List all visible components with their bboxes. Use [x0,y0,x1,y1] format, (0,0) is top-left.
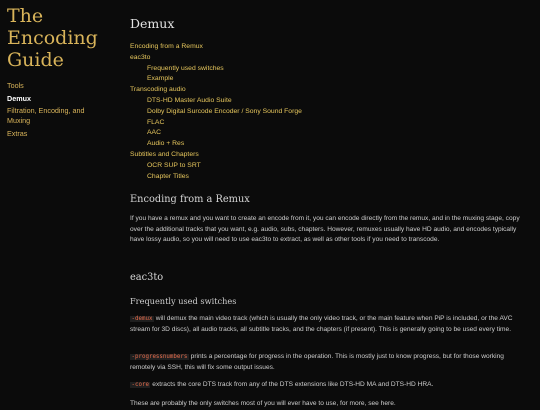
main-content: Demux Encoding from a Remux eac3to Frequ… [130,0,532,407]
switch-core-paragraph: -core extracts the core DTS track from a… [130,380,528,391]
toc-link[interactable]: eac3to [130,53,520,64]
code-core: -core [130,382,151,388]
site-title-line-2[interactable]: Encoding [7,27,117,49]
site-title-line-1[interactable]: The [7,5,117,27]
section-heading-eac3to: eac3to [130,272,164,283]
code-demux: -demux [130,316,154,322]
site-title[interactable]: The Encoding Guide [7,5,117,71]
section-heading-remux: Encoding from a Remux [130,194,250,205]
toc-link[interactable]: Chapter Titles [130,172,520,183]
nav-item-filtration[interactable]: Filtration, Encoding, and [7,106,115,116]
nav-item-demux[interactable]: Demux [7,94,115,104]
toc-link[interactable]: Transcoding audio [130,85,520,96]
sidebar: The Encoding Guide Tools Demux Filtratio… [0,0,118,405]
switch-demux-text: will demux the main video track (which i… [130,315,513,333]
nav-item-extras[interactable]: Extras [7,129,115,139]
page-title: Demux [130,16,175,31]
switch-demux-paragraph: -demux will demux the main video track (… [130,314,528,335]
section-text-remux: If you have a remux and you want to crea… [130,215,520,244]
switch-progress-paragraph: -progressnumbers prints a percentage for… [130,352,528,373]
toc-link[interactable]: Frequently used switches [130,64,520,75]
table-of-contents: Encoding from a Remux eac3to Frequently … [130,42,520,182]
toc-link[interactable]: AAC [130,128,520,139]
toc-link[interactable]: Dolby Digital Surcode Encoder / Sony Sou… [130,107,520,118]
toc-link[interactable]: DTS-HD Master Audio Suite [130,96,520,107]
toc-link[interactable]: Subtitles and Chapters [130,150,520,161]
switches-closing-text: These are probably the only switches mos… [130,400,396,407]
switch-core-text: extracts the core DTS track from any of … [150,381,434,388]
toc-link[interactable]: FLAC [130,118,520,129]
nav-item-tools[interactable]: Tools [7,81,115,91]
code-progressnumbers: -progressnumbers [130,354,189,360]
toc-link[interactable]: OCR SUP to SRT [130,161,520,172]
toc-link[interactable]: Encoding from a Remux [130,42,520,53]
toc-link[interactable]: Example [130,74,520,85]
sidebar-nav: Tools Demux Filtration, Encoding, and Mu… [7,81,115,141]
nav-item-muxing[interactable]: Muxing [7,116,115,126]
toc-link[interactable]: Audio + Res [130,139,520,150]
site-title-line-3[interactable]: Guide [7,49,117,71]
subsection-heading-switches: Frequently used switches [130,296,237,306]
